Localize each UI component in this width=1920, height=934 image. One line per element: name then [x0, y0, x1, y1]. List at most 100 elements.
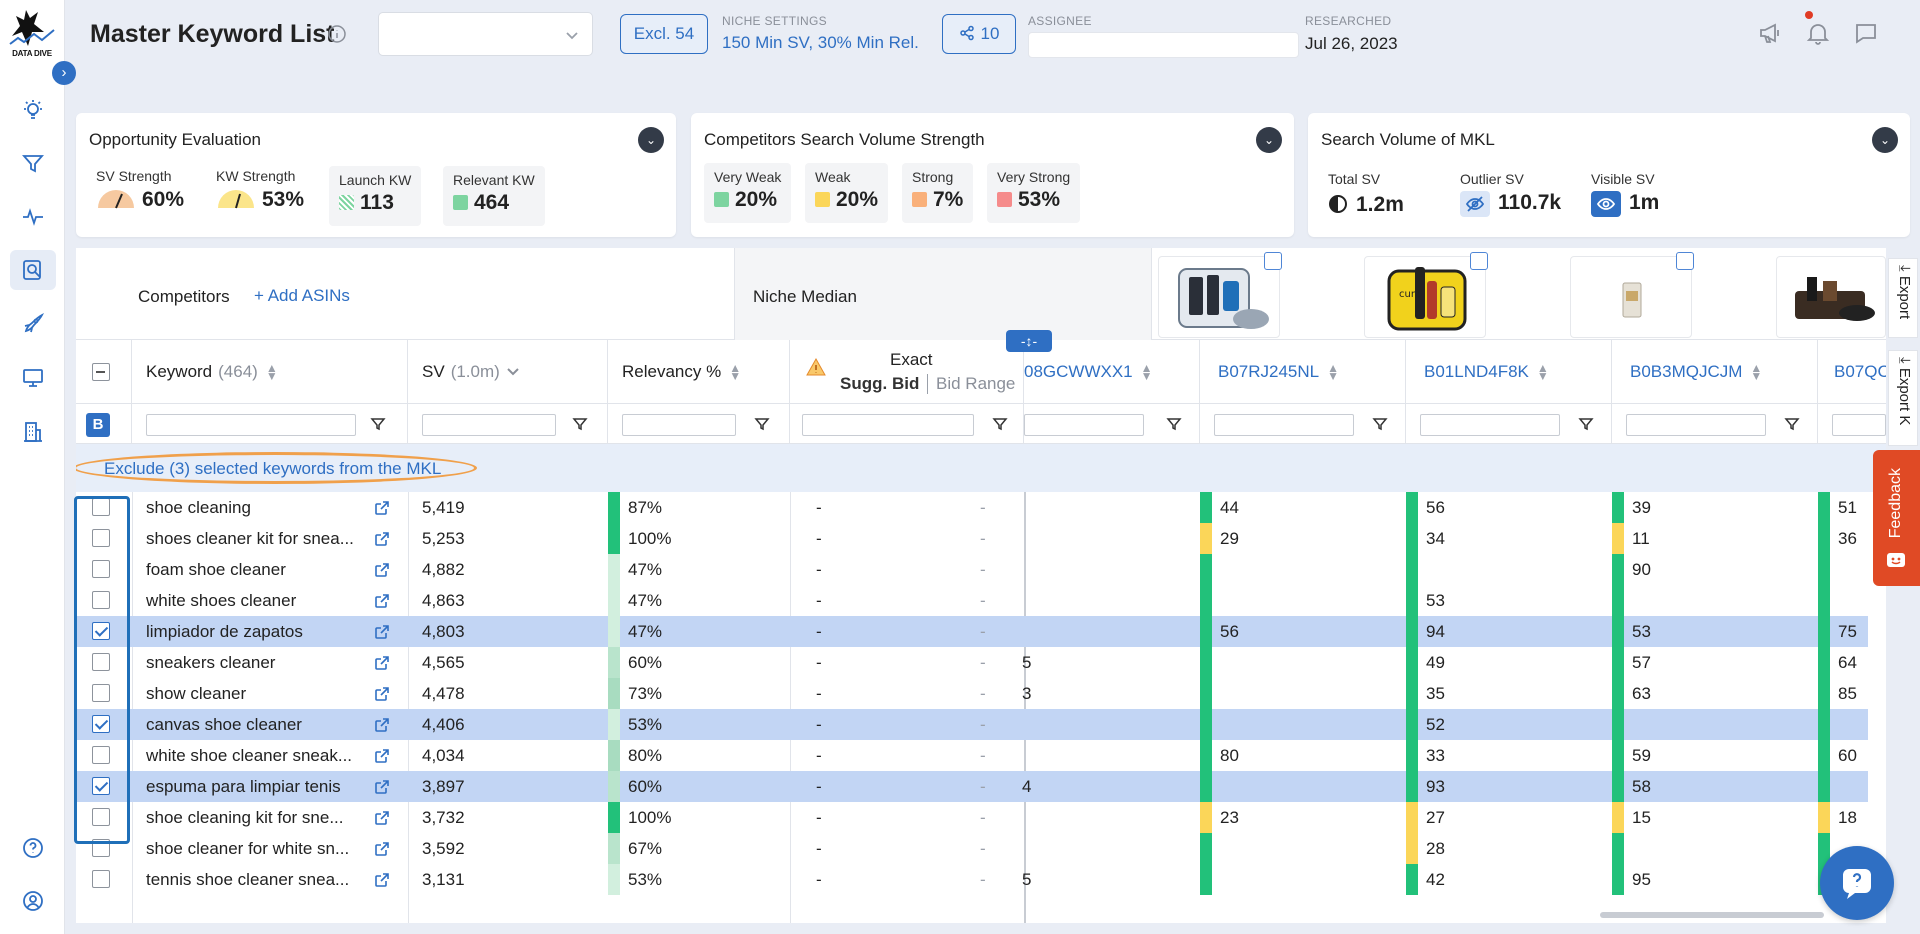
- funnel-icon[interactable]: [10, 144, 56, 184]
- table-row[interactable]: espuma para limpiar tenis 3,897 60% - - 4 93 58: [76, 771, 1868, 802]
- collapse-chevron-icon[interactable]: ⌄: [638, 127, 664, 153]
- external-link-icon[interactable]: [374, 686, 390, 702]
- sort-icon[interactable]: ▲ ▼: [1327, 362, 1339, 382]
- sv-column-header[interactable]: SV (1.0m): [408, 340, 608, 404]
- product-image-1[interactable]: [1158, 256, 1280, 338]
- external-link-icon[interactable]: [374, 841, 390, 857]
- feedback-tab[interactable]: Feedback: [1873, 450, 1920, 586]
- filter-icon[interactable]: [754, 416, 770, 432]
- assignee-input[interactable]: [1028, 32, 1299, 58]
- share-button[interactable]: 10: [942, 14, 1016, 54]
- megaphone-icon[interactable]: [1757, 20, 1783, 51]
- table-row[interactable]: white shoes cleaner 4,863 47% - - 53: [76, 585, 1868, 616]
- building-icon[interactable]: [10, 412, 56, 452]
- external-link-icon[interactable]: [374, 562, 390, 578]
- external-link-icon[interactable]: [374, 655, 390, 671]
- expand-sidebar-button[interactable]: ›: [52, 61, 76, 85]
- b-badge-button[interactable]: B: [86, 413, 110, 437]
- notification-bell-icon[interactable]: [1805, 20, 1831, 51]
- filter-icon[interactable]: [1578, 416, 1594, 432]
- pulse-icon[interactable]: [10, 197, 56, 237]
- external-link-icon[interactable]: [374, 748, 390, 764]
- add-asins-button[interactable]: + Add ASINs: [254, 286, 350, 306]
- collapse-chevron-icon[interactable]: ⌄: [1872, 127, 1898, 153]
- asin-column-header-4[interactable]: B0B3MQJCJM ▲ ▼: [1612, 340, 1818, 404]
- product-select-checkbox[interactable]: [1264, 252, 1282, 270]
- collapse-chevron-icon[interactable]: ⌄: [1256, 127, 1282, 153]
- horizontal-scrollbar[interactable]: [1600, 912, 1824, 918]
- sort-icon[interactable]: ▲ ▼: [729, 362, 741, 382]
- sort-icon[interactable]: ▲ ▼: [1750, 362, 1762, 382]
- keyword-filter-input[interactable]: [146, 414, 356, 436]
- info-icon[interactable]: [327, 24, 347, 49]
- sort-desc-icon[interactable]: [506, 365, 520, 379]
- asin-column-header-3[interactable]: B01LND4F8K ▲ ▼: [1406, 340, 1612, 404]
- external-link-icon[interactable]: [374, 779, 390, 795]
- data-dive-logo[interactable]: DATA DIVE: [4, 8, 60, 64]
- exact-bid-column-header[interactable]: Exact Sugg. Bid Bid Range: [790, 340, 1024, 404]
- filter-icon[interactable]: [1372, 416, 1388, 432]
- asin-filter-input[interactable]: [1832, 414, 1886, 436]
- excluded-keywords-button[interactable]: Excl. 54: [620, 14, 708, 54]
- external-link-icon[interactable]: [374, 872, 390, 888]
- asin-filter-input[interactable]: [1024, 414, 1144, 436]
- niche-settings-link[interactable]: 150 Min SV, 30% Min Rel.: [722, 33, 919, 53]
- lightbulb-icon[interactable]: [10, 90, 56, 130]
- external-link-icon[interactable]: [374, 593, 390, 609]
- filter-icon[interactable]: [1784, 416, 1800, 432]
- product-image-3[interactable]: [1570, 256, 1692, 338]
- table-row[interactable]: canvas shoe cleaner 4,406 53% - - 52: [76, 709, 1868, 740]
- table-row[interactable]: sneakers cleaner 4,565 60% - - 5 49 57 64: [76, 647, 1868, 678]
- list-select-dropdown[interactable]: [378, 12, 593, 56]
- sort-icon[interactable]: ▲ ▼: [1141, 362, 1153, 382]
- table-row[interactable]: foam shoe cleaner 4,882 47% - - 90: [76, 554, 1868, 585]
- table-row[interactable]: shoes cleaner kit for snea... 5,253 100% - -…: [76, 523, 1868, 554]
- external-link-icon[interactable]: [374, 810, 390, 826]
- user-profile-icon[interactable]: [10, 881, 56, 921]
- sv-filter-input[interactable]: [422, 414, 556, 436]
- asin-column-header-5[interactable]: B07QC: [1818, 340, 1886, 404]
- table-row[interactable]: white shoe cleaner sneak... 4,034 80% - - 80 3…: [76, 740, 1868, 771]
- row-checkbox[interactable]: [92, 870, 110, 888]
- help-chat-button[interactable]: [1820, 846, 1894, 920]
- table-row[interactable]: tennis shoe cleaner snea... 3,131 53% - - 5 42…: [76, 864, 1868, 895]
- chat-icon[interactable]: [1853, 20, 1879, 51]
- relevancy-column-header[interactable]: Relevancy % ▲ ▼: [608, 340, 790, 404]
- table-row[interactable]: shoe cleaner for white sn... 3,592 67% - - 28: [76, 833, 1868, 864]
- product-select-checkbox[interactable]: [1470, 252, 1488, 270]
- asin-column-header-2[interactable]: B07RJ245NL ▲ ▼: [1200, 340, 1406, 404]
- filter-icon[interactable]: [992, 416, 1008, 432]
- sort-icon[interactable]: ▲ ▼: [266, 362, 278, 382]
- rocket-icon[interactable]: [10, 304, 56, 344]
- help-icon[interactable]: [10, 828, 56, 868]
- export-keywords-tab[interactable]: ⤓ Export K: [1888, 350, 1918, 446]
- relevancy-filter-input[interactable]: [622, 414, 736, 436]
- filter-icon[interactable]: [370, 416, 386, 432]
- keyword-column-header[interactable]: Keyword (464) ▲ ▼: [132, 340, 408, 404]
- warning-icon[interactable]: [806, 358, 826, 376]
- table-row[interactable]: shoe cleaning kit for sne... 3,732 100% - - 2…: [76, 802, 1868, 833]
- table-row[interactable]: show cleaner 4,478 73% - - 3 35 63 85: [76, 678, 1868, 709]
- table-row[interactable]: shoe cleaning 5,419 87% - -44 56 39 51: [76, 492, 1868, 523]
- external-link-icon[interactable]: [374, 500, 390, 516]
- select-all-checkbox[interactable]: [92, 363, 110, 381]
- bid-filter-input[interactable]: [802, 414, 974, 436]
- filter-icon[interactable]: [572, 416, 588, 432]
- product-select-checkbox[interactable]: [1676, 252, 1694, 270]
- keyword-search-icon[interactable]: [10, 250, 56, 290]
- filter-icon[interactable]: [1166, 416, 1182, 432]
- asin-filter-input[interactable]: [1420, 414, 1560, 436]
- product-image-4[interactable]: [1776, 256, 1886, 338]
- external-link-icon[interactable]: [374, 531, 390, 547]
- sort-icon[interactable]: ▲ ▼: [1537, 362, 1549, 382]
- asin-filter-input[interactable]: [1626, 414, 1766, 436]
- monitor-icon[interactable]: [10, 358, 56, 398]
- column-resize-handle[interactable]: -↕-: [1006, 330, 1052, 352]
- eye-slash-icon[interactable]: [1460, 191, 1490, 217]
- export-tab[interactable]: ⤓ Export: [1888, 258, 1918, 338]
- table-row[interactable]: limpiador de zapatos 4,803 47% - - 56 94 53 75: [76, 616, 1868, 647]
- asin-filter-input[interactable]: [1214, 414, 1354, 436]
- eye-icon[interactable]: [1591, 191, 1621, 217]
- external-link-icon[interactable]: [374, 717, 390, 733]
- product-image-2[interactable]: cure: [1364, 256, 1486, 338]
